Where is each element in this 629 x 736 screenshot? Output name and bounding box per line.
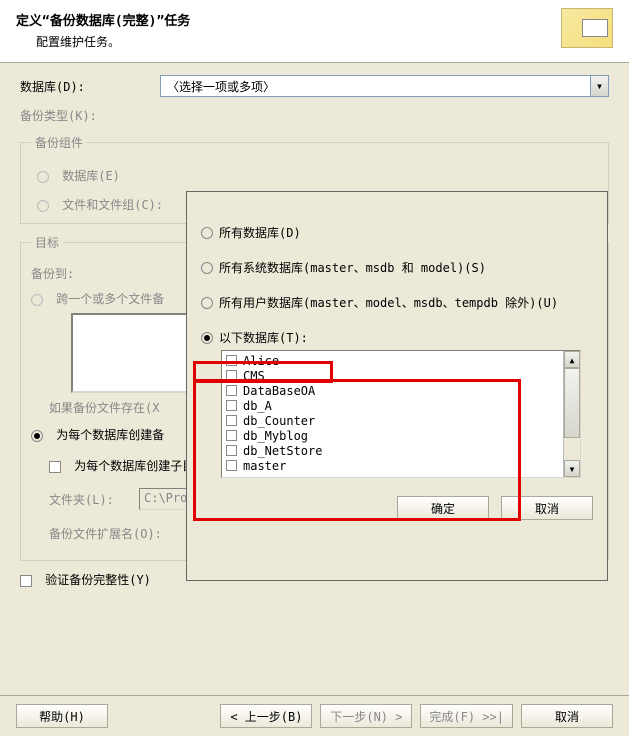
- cancel-button[interactable]: 取消: [521, 704, 613, 728]
- opt-sys-radio[interactable]: [201, 262, 213, 274]
- db-name: DataBaseOA: [243, 384, 315, 398]
- prev-button[interactable]: < 上一步(B): [220, 704, 312, 728]
- per-db-label: 为每个数据库创建备: [56, 428, 164, 442]
- opt-all-label: 所有数据库(D): [219, 224, 301, 241]
- chevron-down-icon[interactable]: ▾: [590, 76, 608, 96]
- dialog-subtitle: 配置维护任务。: [36, 33, 190, 50]
- database-checklist[interactable]: AliceCMSDataBaseOAdb_Adb_Counterdb_Myblo…: [221, 350, 581, 478]
- db-item[interactable]: master: [226, 458, 576, 473]
- db-name: Alice: [243, 354, 279, 368]
- popup-cancel-button[interactable]: 取消: [501, 496, 593, 520]
- finish-button: 完成(F) >>|: [420, 704, 513, 728]
- db-name: CMS: [243, 369, 265, 383]
- filegroup-radio: [37, 200, 49, 212]
- db-checkbox[interactable]: [226, 415, 237, 426]
- opt-all-radio[interactable]: [201, 227, 213, 239]
- backup-component-legend: 备份组件: [31, 134, 87, 151]
- db-item[interactable]: CMS: [226, 368, 576, 383]
- backup-to-label: 备份到:: [31, 267, 74, 281]
- opt-user-radio[interactable]: [201, 297, 213, 309]
- opt-these-label: 以下数据库(T):: [219, 329, 308, 346]
- help-button[interactable]: 帮助(H): [16, 704, 108, 728]
- scroll-down-icon[interactable]: ▾: [564, 460, 580, 477]
- verify-checkbox[interactable]: [20, 575, 32, 587]
- db-item[interactable]: Alice: [226, 353, 576, 368]
- database-scope-popup: 所有数据库(D) 所有系统数据库(master、msdb 和 model)(S)…: [186, 191, 608, 581]
- across-files-label: 跨一个或多个文件备: [56, 292, 164, 306]
- database-combo[interactable]: 〈选择一项或多项〉 ▾: [160, 75, 609, 97]
- db-item[interactable]: db_Myblog: [226, 428, 576, 443]
- db-item[interactable]: db_NetStore: [226, 443, 576, 458]
- wizard-footer: 帮助(H) < 上一步(B) 下一步(N) > 完成(F) >>| 取消: [0, 695, 629, 736]
- opt-user-label: 所有用户数据库(master、model、msdb、tempdb 除外)(U): [219, 294, 558, 311]
- next-button: 下一步(N) >: [320, 704, 412, 728]
- db-checkbox[interactable]: [226, 430, 237, 441]
- ok-button[interactable]: 确定: [397, 496, 489, 520]
- folder-label: 文件夹(L):: [49, 491, 139, 508]
- if-exists-label: 如果备份文件存在(X: [49, 401, 159, 415]
- db-name: master: [243, 459, 286, 473]
- db-checkbox[interactable]: [226, 370, 237, 381]
- db-name: db_NetStore: [243, 444, 322, 458]
- filegroup-radio-label: 文件和文件组(C):: [62, 198, 163, 212]
- db-checkbox[interactable]: [226, 460, 237, 471]
- across-files-radio: [31, 294, 43, 306]
- subdir-checkbox[interactable]: [49, 461, 61, 473]
- task-icon: [561, 8, 613, 48]
- scrollbar[interactable]: ▴ ▾: [563, 351, 580, 477]
- db-name: db_Myblog: [243, 429, 308, 443]
- database-radio: [37, 171, 49, 183]
- db-checkbox[interactable]: [226, 445, 237, 456]
- scroll-thumb[interactable]: [564, 368, 580, 438]
- opt-these-radio[interactable]: [201, 332, 213, 344]
- database-radio-label: 数据库(E): [62, 169, 120, 183]
- verify-label: 验证备份完整性(Y): [45, 573, 151, 587]
- db-item[interactable]: db_Counter: [226, 413, 576, 428]
- dialog-title: 定义“备份数据库(完整)”任务: [16, 10, 190, 29]
- db-name: db_Counter: [243, 414, 315, 428]
- target-legend: 目标: [31, 234, 63, 251]
- db-name: db_A: [243, 399, 272, 413]
- db-item[interactable]: db_A: [226, 398, 576, 413]
- db-checkbox[interactable]: [226, 355, 237, 366]
- db-checkbox[interactable]: [226, 385, 237, 396]
- dialog-header: 定义“备份数据库(完整)”任务 配置维护任务。: [0, 0, 629, 63]
- database-combo-text: 〈选择一项或多项〉: [167, 78, 275, 95]
- database-label: 数据库(D):: [20, 78, 160, 95]
- scroll-up-icon[interactable]: ▴: [564, 351, 580, 368]
- db-checkbox[interactable]: [226, 400, 237, 411]
- per-db-radio[interactable]: [31, 430, 43, 442]
- db-item[interactable]: DataBaseOA: [226, 383, 576, 398]
- backup-type-label: 备份类型(K):: [20, 107, 160, 124]
- opt-sys-label: 所有系统数据库(master、msdb 和 model)(S): [219, 259, 486, 276]
